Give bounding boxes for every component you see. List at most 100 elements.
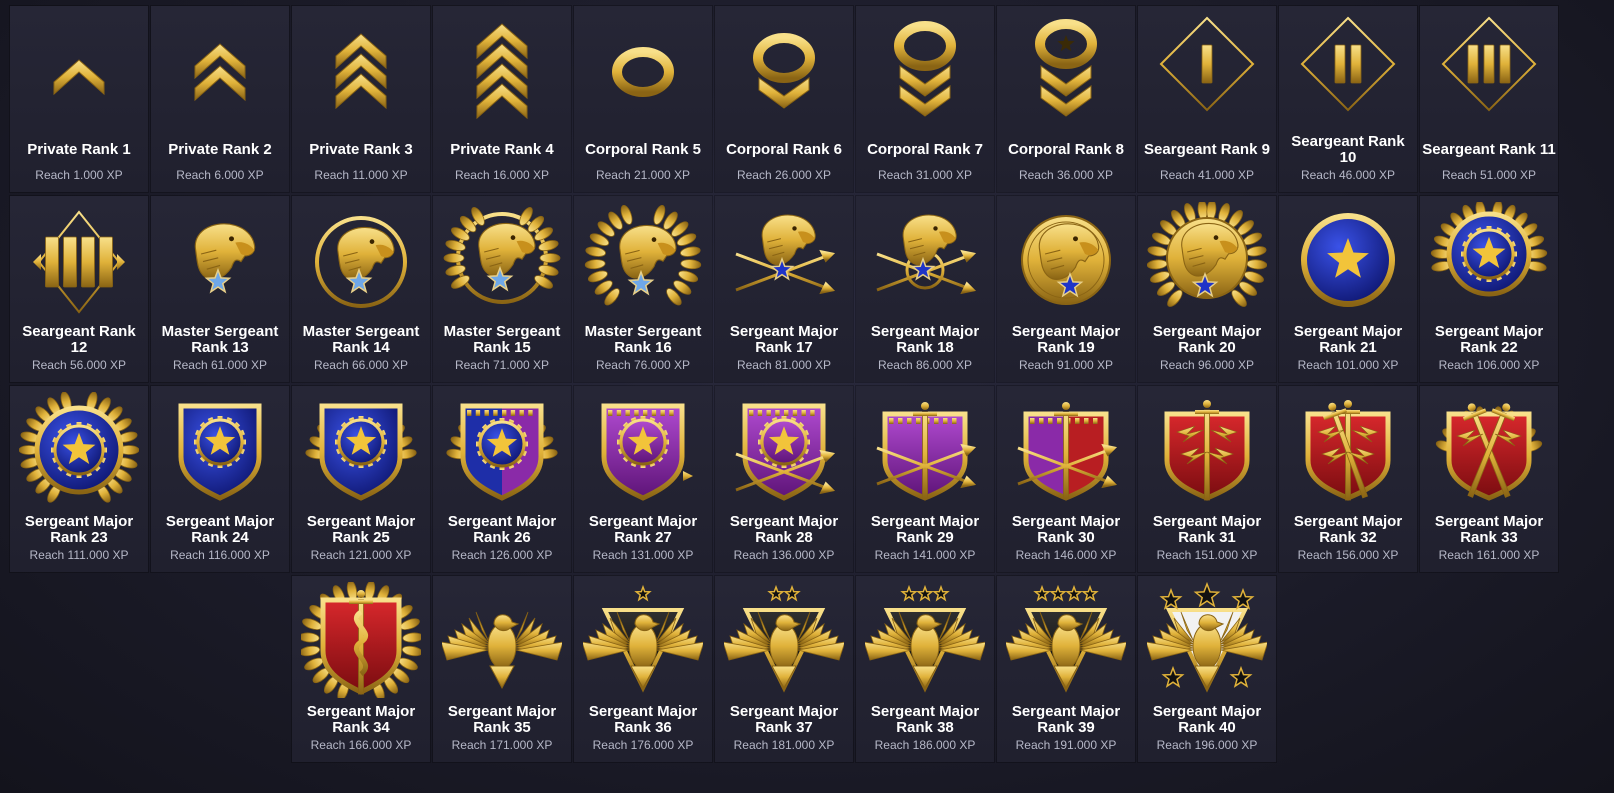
rocker-chevron-star-icon [1006,12,1126,128]
eagle-arrows-wreath-icon [865,202,985,318]
rocker-chevron-1-icon [724,12,844,128]
purple-shield-arrow-icon [583,392,703,508]
blue-star-gear-wreath-icon [1429,202,1549,318]
rank-name: Sergeant Major Rank 38 [870,703,980,736]
rank-card[interactable]: Seargeant Rank 9 Reach 41.000 XP [1138,6,1276,192]
rank-card[interactable]: Sergeant Major Rank 37 Reach 181.000 XP [715,576,853,762]
rank-xp-requirement: Reach 181.000 XP [733,738,835,752]
rank-name: Sergeant Major Rank 36 [588,703,698,736]
rank-card[interactable]: Sergeant Major Rank 31 Reach 151.000 XP [1138,386,1276,572]
rank-card[interactable]: Sergeant Major Rank 24 Reach 116.000 XP [151,386,289,572]
rank-card[interactable]: Seargeant Rank 11 Reach 51.000 XP [1420,6,1558,192]
rank-xp-requirement: Reach 176.000 XP [592,738,694,752]
rank-xp-requirement: Reach 26.000 XP [736,168,832,182]
blue-star-gear-laurel-icon [19,392,139,508]
rank-xp-requirement: Reach 131.000 XP [592,548,694,562]
rank-card[interactable]: Sergeant Major Rank 35 Reach 171.000 XP [433,576,571,762]
rank-xp-requirement: Reach 36.000 XP [1018,168,1114,182]
rank-card[interactable]: Master Sergeant Rank 13 Reach 61.000 XP [151,196,289,382]
rank-card[interactable]: Private Rank 3 Reach 11.000 XP [292,6,430,192]
rank-card[interactable]: Private Rank 1 Reach 1.000 XP [10,6,148,192]
rank-xp-requirement: Reach 41.000 XP [1159,168,1255,182]
rank-xp-requirement: Reach 1.000 XP [35,168,123,182]
rank-grid: Private Rank 1 Reach 1.000 XP Private Ran… [0,0,1614,793]
rank-xp-requirement: Reach 86.000 XP [877,358,973,372]
rank-xp-requirement: Reach 166.000 XP [310,738,412,752]
rank-xp-requirement: Reach 91.000 XP [1018,358,1114,372]
rank-card[interactable]: Sergeant Major Rank 34 Reach 166.000 XP [292,576,430,762]
rank-card[interactable]: Sergeant Major Rank 36 Reach 176.000 XP [574,576,712,762]
rank-name: Sergeant Major Rank 34 [306,703,416,736]
rank-xp-requirement: Reach 71.000 XP [454,358,550,372]
rank-xp-requirement: Reach 6.000 XP [176,168,264,182]
rank-name: Sergeant Major Rank 25 [306,513,416,546]
rank-card[interactable]: Master Sergeant Rank 14 Reach 66.000 XP [292,196,430,382]
rank-card[interactable]: Sergeant Major Rank 28 Reach 136.000 XP [715,386,853,572]
rank-xp-requirement: Reach 191.000 XP [1015,738,1117,752]
rank-name: Sergeant Major Rank 24 [165,513,275,546]
rank-card[interactable]: Sergeant Major Rank 21 Reach 101.000 XP [1279,196,1417,382]
purple-shield-sword-icon [865,392,985,508]
diamond-bars-4-icon [19,202,139,318]
rank-card[interactable]: Master Sergeant Rank 16 Reach 76.000 XP [574,196,712,382]
eagle-black-shield-2-star-icon [724,582,844,698]
rank-card[interactable]: Sergeant Major Rank 20 Reach 96.000 XP [1138,196,1276,382]
rank-name: Sergeant Major Rank 18 [870,323,980,356]
rank-card[interactable]: Seargeant Rank 12 Reach 56.000 XP [10,196,148,382]
rank-card[interactable]: Sergeant Major Rank 27 Reach 131.000 XP [574,386,712,572]
rank-name: Sergeant Major Rank 27 [588,513,698,546]
red-shield-serpent-wings-icon [301,582,421,698]
rank-name: Corporal Rank 6 [726,141,842,158]
rank-card[interactable]: Sergeant Major Rank 25 Reach 121.000 XP [292,386,430,572]
rank-name: Seargeant Rank 9 [1144,141,1270,158]
rank-name: Sergeant Major Rank 28 [729,513,839,546]
rank-card[interactable]: Private Rank 2 Reach 6.000 XP [151,6,289,192]
rank-card[interactable]: Sergeant Major Rank 19 Reach 91.000 XP [997,196,1135,382]
rank-card[interactable]: Private Rank 4 Reach 16.000 XP [433,6,571,192]
rank-card[interactable]: Sergeant Major Rank 29 Reach 141.000 XP [856,386,994,572]
chevron-3-icon [301,12,421,128]
purple-red-shield-sword-icon [1006,392,1126,508]
blue-star-medal-icon [1288,202,1408,318]
rank-card[interactable]: Sergeant Major Rank 23 Reach 111.000 XP [10,386,148,572]
eagle-black-shield-3-star-icon [865,582,985,698]
rank-name: Seargeant Rank 10 [1291,133,1405,166]
rank-card[interactable]: Master Sergeant Rank 15 Reach 71.000 XP [433,196,571,382]
rank-name: Seargeant Rank 11 [1422,141,1556,158]
rank-xp-requirement: Reach 101.000 XP [1297,358,1399,372]
rank-card[interactable]: Sergeant Major Rank 33 Reach 161.000 XP [1420,386,1558,572]
rank-name: Master Sergeant Rank 16 [584,323,702,356]
rank-card[interactable]: Sergeant Major Rank 38 Reach 186.000 XP [856,576,994,762]
blue-shield-icon [160,392,280,508]
rank-card[interactable]: Sergeant Major Rank 39 Reach 191.000 XP [997,576,1135,762]
rank-xp-requirement: Reach 121.000 XP [310,548,412,562]
rank-card[interactable]: Sergeant Major Rank 30 Reach 146.000 XP [997,386,1135,572]
rank-xp-requirement: Reach 141.000 XP [874,548,976,562]
rank-card[interactable]: Corporal Rank 6 Reach 26.000 XP [715,6,853,192]
rank-card[interactable]: Sergeant Major Rank 22 Reach 106.000 XP [1420,196,1558,382]
rank-card[interactable]: Sergeant Major Rank 17 Reach 81.000 XP [715,196,853,382]
rank-name: Sergeant Major Rank 26 [447,513,557,546]
rank-card[interactable]: Sergeant Major Rank 18 Reach 86.000 XP [856,196,994,382]
rank-xp-requirement: Reach 61.000 XP [172,358,268,372]
rank-card[interactable]: Corporal Rank 5 Reach 21.000 XP [574,6,712,192]
rank-card[interactable]: Seargeant Rank 10 Reach 46.000 XP [1279,6,1417,192]
rank-name: Master Sergeant Rank 15 [443,323,561,356]
rank-card[interactable]: Corporal Rank 7 Reach 31.000 XP [856,6,994,192]
rocker-chevron-2-icon [865,12,985,128]
rank-name: Master Sergeant Rank 14 [302,323,420,356]
rank-card[interactable]: Corporal Rank 8 Reach 36.000 XP [997,6,1135,192]
rank-xp-requirement: Reach 111.000 XP [29,548,129,562]
rocker-chevron-0-icon [583,12,703,128]
rank-card[interactable]: Sergeant Major Rank 32 Reach 156.000 XP [1279,386,1417,572]
eagle-ring-wreath-icon [442,202,562,318]
rank-name: Sergeant Major Rank 31 [1152,513,1262,546]
red-shield-crossed-swords-icon [1429,392,1549,508]
diamond-bars-3-icon [1429,12,1549,128]
rank-name: Private Rank 3 [309,141,413,158]
rank-name: Private Rank 2 [168,141,272,158]
rank-card[interactable]: Sergeant Major Rank 40 Reach 196.000 XP [1138,576,1276,762]
rank-name: Private Rank 4 [450,141,554,158]
rank-card[interactable]: Sergeant Major Rank 26 Reach 126.000 XP [433,386,571,572]
rank-xp-requirement: Reach 161.000 XP [1438,548,1540,562]
